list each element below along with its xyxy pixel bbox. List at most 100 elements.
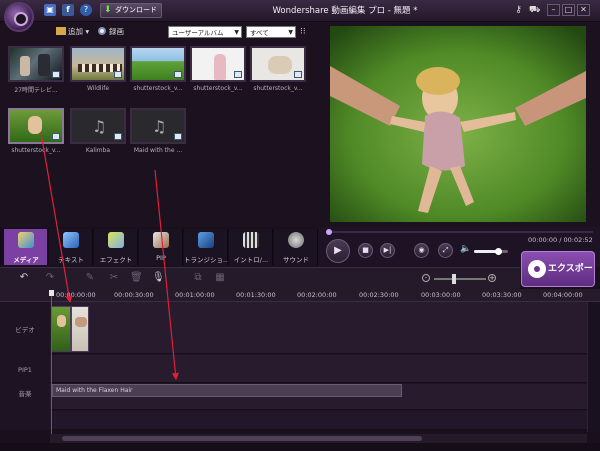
add-label: 追加	[68, 27, 83, 36]
snapshot-button[interactable]: ◉	[414, 243, 429, 258]
tab-label: イントロ/...	[233, 256, 269, 264]
thumbnail	[8, 46, 64, 82]
playhead[interactable]	[51, 290, 52, 437]
record-icon	[98, 27, 106, 35]
save-icon[interactable]: ▣	[44, 4, 56, 16]
library-item[interactable]: shutterstock_v...	[8, 108, 64, 164]
library-item[interactable]: Wildlife	[70, 46, 126, 102]
help-icon[interactable]: ?	[80, 4, 92, 16]
download-button[interactable]: ⬇ ダウンロード	[100, 3, 162, 18]
zoom-slider[interactable]	[434, 274, 486, 284]
split-screen-icon[interactable]: ⧉	[192, 272, 204, 284]
add-button[interactable]: 追加 ▾	[56, 26, 89, 37]
scroll-thumb[interactable]	[62, 436, 422, 441]
volume-knob[interactable]	[494, 248, 502, 255]
pip-track[interactable]	[50, 355, 587, 383]
effect-icon	[108, 232, 124, 248]
item-name: shutterstock_v...	[133, 85, 183, 92]
tick-label: 00:02:30:00	[359, 291, 399, 299]
thumbnail	[8, 108, 64, 144]
video-track[interactable]	[50, 302, 587, 354]
tab-transition[interactable]: トランジショ...	[184, 229, 228, 265]
tick-label: 00:01:30:00	[236, 291, 276, 299]
seek-knob[interactable]	[326, 229, 332, 235]
intro-icon	[243, 232, 259, 248]
thumbnail: ♫	[70, 108, 126, 144]
record-button[interactable]: 録画	[98, 26, 124, 37]
preview-screen	[330, 26, 586, 222]
video-badge-icon	[174, 71, 182, 78]
thumbnail	[130, 46, 186, 82]
edit-icon[interactable]: ✎	[84, 272, 96, 284]
library-item[interactable]: shutterstock_v...	[250, 46, 306, 102]
maximize-button[interactable]: □	[562, 4, 575, 16]
playhead-handle[interactable]	[49, 290, 54, 296]
cart-icon[interactable]: ⛟	[529, 5, 540, 16]
video-clip[interactable]	[51, 306, 71, 352]
delete-icon[interactable]: 🗑	[130, 272, 143, 284]
timecode: 00:00:00 / 00:02:52	[528, 236, 593, 244]
library-item[interactable]: 27時間テレビ...	[8, 46, 64, 102]
tab-label: サウンド	[283, 256, 309, 264]
undo-icon[interactable]: ↶	[18, 272, 30, 284]
preview-panel	[318, 22, 600, 227]
tab-effect[interactable]: エフェクト	[94, 229, 138, 265]
cut-icon[interactable]: ✂	[108, 272, 120, 284]
zoom-knob[interactable]	[452, 274, 456, 284]
record-label: 録画	[109, 27, 124, 36]
audio-badge-icon	[114, 133, 122, 140]
thumbnail	[250, 46, 306, 82]
volume-icon[interactable]: 🔈	[460, 244, 471, 254]
pip-icon	[153, 232, 169, 248]
seek-bar[interactable]	[326, 229, 593, 235]
tab-text[interactable]: テキスト	[49, 229, 93, 265]
list-view-icon[interactable]: ⁝⁝	[300, 27, 310, 37]
stop-button[interactable]: ■	[358, 243, 373, 258]
tick-label: 00:03:00:00	[421, 291, 461, 299]
microphone-icon[interactable]: 🎙	[152, 272, 165, 284]
music-note-icon: ♫	[92, 117, 107, 136]
tab-sound[interactable]: サウンド	[274, 229, 318, 265]
tab-label: トランジショ...	[184, 256, 228, 264]
vertical-scrollbar[interactable]	[587, 302, 600, 432]
music-clip[interactable]: Maid with the Flaxen Hair	[52, 384, 402, 397]
item-name: Wildlife	[86, 85, 110, 92]
video-badge-icon	[52, 133, 60, 140]
track-label-video: ビデオ	[15, 326, 35, 334]
zoom-in-icon[interactable]: +	[488, 274, 496, 282]
tab-pip[interactable]: PIP	[139, 229, 183, 265]
redo-icon[interactable]: ↷	[44, 272, 56, 284]
library-item[interactable]: shutterstock_v...	[190, 46, 246, 102]
video-clip[interactable]	[71, 306, 89, 352]
thumbnail	[70, 46, 126, 82]
tab-media[interactable]: メディア	[4, 229, 48, 265]
play-button[interactable]: ▶	[326, 239, 350, 263]
status-strip	[0, 443, 600, 451]
filter-select-value: すべて	[250, 29, 269, 37]
empty-track	[50, 411, 587, 430]
zoom-out-icon[interactable]: -	[422, 274, 430, 282]
close-button[interactable]: ✕	[577, 4, 590, 16]
export-button[interactable]: エクスポート	[521, 251, 595, 308]
facebook-icon[interactable]: f	[62, 4, 74, 16]
tab-label: PIP	[156, 254, 166, 262]
minimize-button[interactable]: –	[547, 4, 560, 16]
video-badge-icon	[52, 71, 60, 78]
volume-slider[interactable]	[474, 248, 508, 255]
library-item[interactable]: ♫ Maid with the ...	[130, 108, 186, 164]
duration-icon[interactable]: ▦	[214, 272, 226, 284]
library-item[interactable]: ♫ Kalimba	[70, 108, 126, 164]
key-icon[interactable]: ⚷	[513, 5, 524, 16]
tick-label: 00:00:30:00	[114, 291, 154, 299]
filter-select[interactable]: すべて ▼	[246, 26, 296, 38]
track-label-pip: PIP1	[18, 366, 32, 374]
horizontal-scrollbar[interactable]	[50, 434, 587, 443]
folder-icon	[56, 27, 66, 35]
fullscreen-button[interactable]: ⤢	[438, 243, 453, 258]
library-item[interactable]: shutterstock_v...	[130, 46, 186, 102]
tab-intro[interactable]: イントロ/...	[229, 229, 273, 265]
album-select-value: ユーザーアルバム	[172, 29, 224, 37]
timeline-ruler[interactable]: 00:00:00:00 00:00:30:00 00:01:00:00 00:0…	[0, 289, 600, 302]
album-select[interactable]: ユーザーアルバム ▼	[168, 26, 242, 38]
next-frame-button[interactable]: ▶|	[380, 243, 395, 258]
